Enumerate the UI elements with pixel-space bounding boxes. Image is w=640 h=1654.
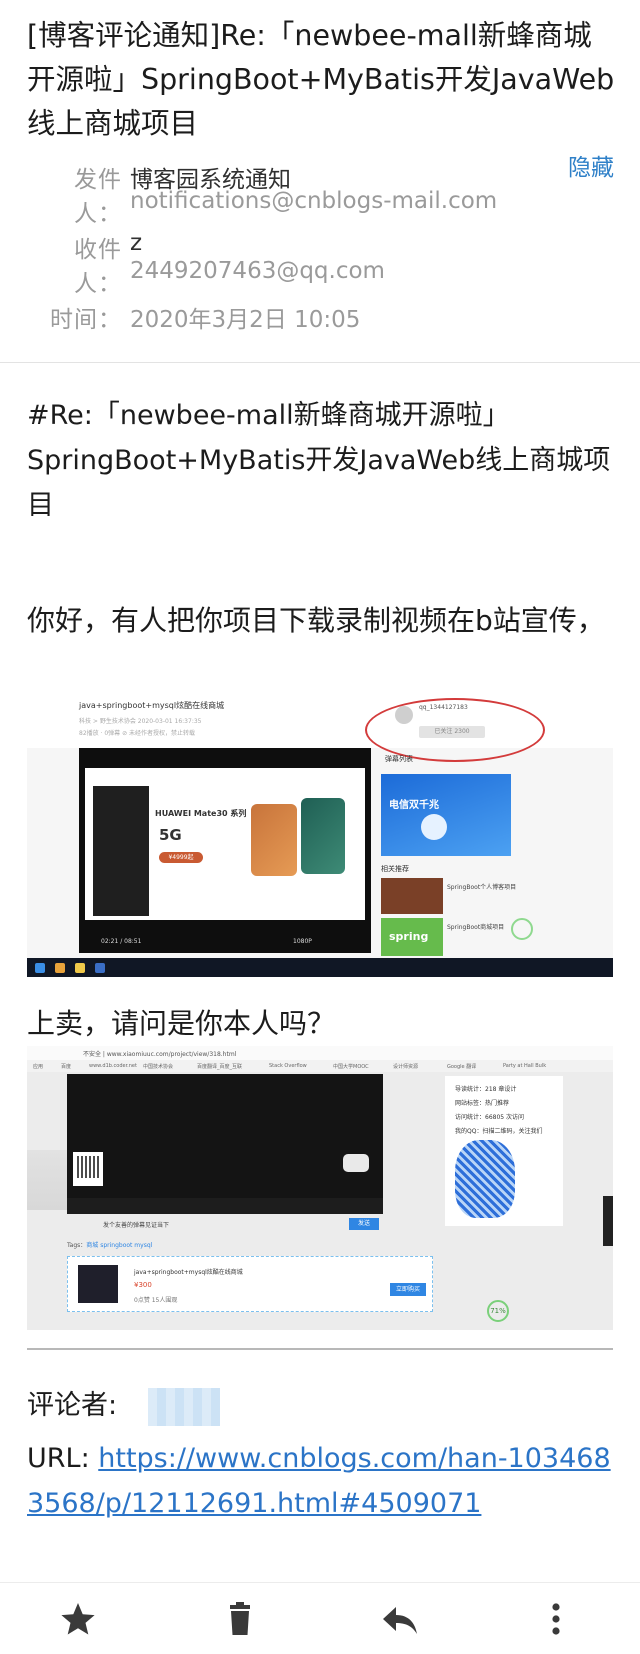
comment-url-link[interactable]: https://www.cnblogs.com/han-1034683568/p… bbox=[27, 1443, 611, 1519]
embedded-screenshot-bilibili[interactable]: java+springboot+mysql炫酷在线商城 科技 > 野生技术协会 … bbox=[27, 692, 613, 977]
bookmark-item: Google 翻译 bbox=[447, 1064, 477, 1070]
send-button: 发送 bbox=[349, 1218, 379, 1230]
progress-ring-icon bbox=[511, 918, 533, 940]
scroll-handle bbox=[603, 1196, 613, 1246]
side-row: 访问统计：66805 次访问 bbox=[455, 1114, 524, 1121]
tags-values: 商城 springboot mysql bbox=[86, 1242, 153, 1249]
start-icon bbox=[35, 963, 45, 973]
trash-icon[interactable] bbox=[218, 1597, 262, 1641]
url-row: URL: https://www.cnblogs.com/han-1034683… bbox=[27, 1436, 617, 1526]
page-margin-graphic bbox=[27, 1150, 69, 1210]
recorded-category-menu bbox=[93, 786, 149, 916]
email-subject: [博客评论通知]Re:「newbee-mall新蜂商城开源啦」SpringBoo… bbox=[27, 19, 615, 140]
bookmark-item: www.d1b.coder.net bbox=[89, 1063, 137, 1069]
email-view: [博客评论通知]Re:「newbee-mall新蜂商城开源啦」SpringBoo… bbox=[0, 0, 640, 1654]
play-button-icon bbox=[343, 1154, 369, 1172]
sender-label: 发件人： bbox=[74, 167, 122, 227]
hide-details-link[interactable]: 隐藏 bbox=[568, 148, 614, 182]
video-meta-1: 科技 > 野生技术协会 2020-03-01 16:37:35 bbox=[79, 718, 202, 725]
banner-brand: HUAWEI Mate30 系列 bbox=[155, 809, 247, 818]
recipient-label: 收件人： bbox=[74, 237, 122, 297]
product-title: java+springboot+mysql炫酷在线商城 bbox=[134, 1269, 243, 1276]
bookmark-item: 应用 bbox=[33, 1064, 44, 1070]
body-title: #Re:「newbee-mall新蜂商城开源啦」SpringBoot+MyBat… bbox=[27, 400, 611, 521]
recipient-address[interactable]: 2449207463@qq.com bbox=[130, 258, 385, 284]
banner-price: ¥4999起 bbox=[159, 852, 203, 863]
bookmarks-bar: 应用 百度 www.d1b.coder.net 中国技术协会 百度翻译_百度_互… bbox=[27, 1060, 613, 1072]
bookmark-item: 中国大学MOOC bbox=[333, 1064, 369, 1070]
related-thumb-1 bbox=[381, 878, 443, 914]
time-value: 2020年3月2日 10:05 bbox=[130, 307, 361, 333]
sender-address[interactable]: notifications@cnblogs-mail.com bbox=[130, 188, 497, 214]
body-greeting: 你好，有人把你项目下载录制视频在b站宣传， bbox=[27, 604, 605, 637]
side-row: 我的QQ：扫描二维码，关注我们 bbox=[455, 1128, 543, 1135]
time-label: 时间： bbox=[50, 307, 122, 333]
player-time: 02:21 / 08:51 bbox=[101, 938, 142, 945]
bookmark-item: Party at Hall Bulk bbox=[503, 1063, 547, 1069]
chrome-icon bbox=[55, 963, 65, 973]
bookmark-item: 百度翻译_百度_互联 bbox=[197, 1064, 243, 1070]
tags-label: Tags： bbox=[67, 1242, 87, 1249]
bookmark-item: 中国技术协会 bbox=[143, 1064, 174, 1070]
product-card: java+springboot+mysql炫酷在线商城 ¥300 0点赞 15人… bbox=[67, 1256, 433, 1312]
commenter-label: 评论者: bbox=[27, 1390, 118, 1421]
tags-row: Tags：商城 springboot mysql bbox=[67, 1240, 152, 1249]
buy-button: 立即购买 bbox=[390, 1283, 426, 1296]
video-title: java+springboot+mysql炫酷在线商城 bbox=[79, 701, 225, 710]
project-video bbox=[67, 1074, 383, 1214]
banner-5g: 5G bbox=[159, 826, 182, 844]
app-icon bbox=[95, 963, 105, 973]
phone-image-green bbox=[301, 798, 345, 874]
related-label: 相关推荐 bbox=[381, 865, 409, 873]
qr-code-icon bbox=[73, 1152, 103, 1186]
commenter-name-redacted bbox=[148, 1388, 220, 1426]
star-icon[interactable] bbox=[56, 1597, 100, 1641]
site-sidebar: 导读统计：218 章设计 网站标签：热门推荐 访问统计：66805 次访问 我的… bbox=[445, 1076, 563, 1226]
body-divider bbox=[27, 1348, 613, 1350]
ad-banner: 电信双千兆 bbox=[381, 774, 511, 856]
ad-title: 电信双千兆 bbox=[389, 800, 439, 811]
qq-qr-icon bbox=[455, 1140, 515, 1218]
bookmark-item: Stack Overflow bbox=[269, 1063, 307, 1069]
related-title-2: SpringBoot商城项目 bbox=[447, 924, 505, 931]
player-quality: 1080P bbox=[293, 938, 312, 945]
browser-url: 不安全 | www.xiaomiuuc.com/project/view/318… bbox=[83, 1051, 237, 1058]
phone-image-orange bbox=[251, 804, 297, 876]
side-row: 网站标签：热门推荐 bbox=[455, 1100, 510, 1107]
product-price: ¥300 bbox=[134, 1281, 152, 1289]
body-question: 上卖，请问是你本人吗？ bbox=[27, 1007, 336, 1040]
side-row: 导读统计：218 章设计 bbox=[455, 1086, 517, 1093]
recorded-browser: HUAWEI Mate30 系列 5G ¥4999起 bbox=[85, 768, 365, 920]
danmu-list-label: 弹幕列表 bbox=[385, 755, 413, 763]
bookmark-item: 百度 bbox=[61, 1064, 72, 1070]
red-highlight-circle bbox=[365, 698, 545, 762]
windows-taskbar bbox=[27, 958, 613, 977]
browser-address-bar: 不安全 | www.xiaomiuuc.com/project/view/318… bbox=[27, 1046, 613, 1060]
bookmark-item: 设计师资源 bbox=[393, 1064, 419, 1070]
spring-logo: spring bbox=[389, 930, 429, 943]
video-meta-2: 82播放 · 0弹幕 ⊘ 未经作者授权，禁止转载 bbox=[79, 730, 196, 737]
danmu-input: 发个友善的弹幕见证当下 bbox=[103, 1222, 170, 1229]
related-title-1: SpringBoot个人博客项目 bbox=[447, 884, 517, 891]
folder-icon bbox=[75, 963, 85, 973]
embedded-screenshot-project-site[interactable]: 不安全 | www.xiaomiuuc.com/project/view/318… bbox=[27, 1046, 613, 1330]
recipient-name[interactable]: z bbox=[130, 230, 142, 256]
header-divider bbox=[0, 362, 640, 363]
more-options-icon[interactable] bbox=[534, 1597, 578, 1641]
bottom-action-bar bbox=[0, 1582, 640, 1654]
url-label: URL: bbox=[27, 1443, 99, 1474]
reply-icon[interactable] bbox=[378, 1597, 422, 1641]
video-controls bbox=[67, 1198, 383, 1214]
product-stats: 0点赞 15人围观 bbox=[134, 1297, 178, 1304]
robot-icon bbox=[421, 814, 447, 840]
progress-badge: 71% bbox=[487, 1300, 509, 1322]
video-player: HUAWEI Mate30 系列 5G ¥4999起 02:21 / 08:51… bbox=[79, 748, 371, 953]
product-image bbox=[78, 1265, 118, 1303]
